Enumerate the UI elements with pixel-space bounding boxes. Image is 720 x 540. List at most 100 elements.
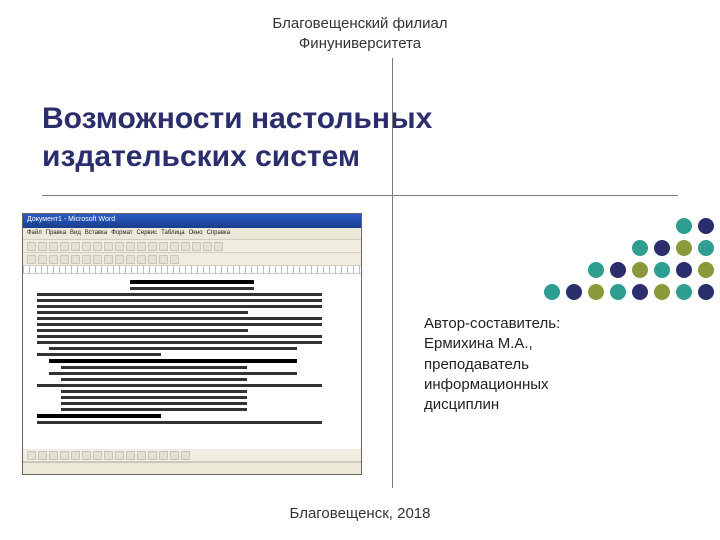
vertical-divider (392, 58, 393, 488)
toolbar-button (93, 255, 102, 264)
toolbar-button (104, 242, 113, 251)
text-line (49, 372, 297, 375)
title-line1: Возможности настольных (42, 100, 432, 138)
window-titlebar: Документ1 - Microsoft Word (23, 214, 361, 228)
text-line (37, 311, 248, 314)
decor-dot (632, 262, 648, 278)
status-bar (23, 462, 361, 474)
decor-dot (610, 262, 626, 278)
toolbar-button (126, 255, 135, 264)
toolbar-button (82, 255, 91, 264)
decor-dot (698, 218, 714, 234)
toolbar-button (38, 451, 47, 460)
institution-line1: Благовещенский филиал (0, 14, 720, 34)
toolbar-button (104, 451, 113, 460)
title-line2: издательских систем (42, 138, 432, 176)
toolbar-button (126, 242, 135, 251)
toolbar-button (71, 255, 80, 264)
footer: Благовещенск, 2018 (0, 505, 720, 522)
toolbar-button (214, 242, 223, 251)
decor-dot (654, 284, 670, 300)
text-line (37, 414, 161, 418)
toolbar-button (27, 255, 36, 264)
text-line (37, 305, 322, 308)
text-line (49, 347, 297, 350)
horizontal-divider (42, 195, 678, 196)
text-line (37, 299, 322, 302)
toolbar-button (137, 255, 146, 264)
toolbar-button (60, 255, 69, 264)
menu-item: Формат (111, 230, 132, 237)
text-line (61, 366, 247, 369)
author-line: информационных (424, 375, 560, 395)
decor-dot (610, 284, 626, 300)
toolbar-button (49, 451, 58, 460)
toolbar-button (38, 255, 47, 264)
toolbar-button (115, 242, 124, 251)
toolbar-button (104, 255, 113, 264)
text-line (37, 317, 322, 320)
toolbar-button (170, 242, 179, 251)
toolbar-2 (23, 253, 361, 266)
decor-dot (588, 262, 604, 278)
toolbar-button (71, 451, 80, 460)
toolbar-button (159, 242, 168, 251)
menu-item: Таблица (161, 230, 185, 237)
slide-title: Возможности настольных издательских сист… (42, 100, 432, 175)
toolbar-button (115, 255, 124, 264)
text-line (130, 287, 254, 290)
toolbar-button (71, 242, 80, 251)
author-line: Автор-составитель: (424, 314, 560, 334)
decor-dot (676, 284, 692, 300)
toolbar-button (181, 451, 190, 460)
menu-item: Файл (27, 230, 42, 237)
text-line (61, 402, 247, 405)
text-line (61, 390, 247, 393)
toolbar-button (82, 242, 91, 251)
toolbar-button (60, 242, 69, 251)
toolbar-button (27, 242, 36, 251)
toolbar-button (126, 451, 135, 460)
toolbar-button (38, 242, 47, 251)
text-line (130, 280, 254, 284)
text-line (37, 335, 322, 338)
toolbar-1 (23, 240, 361, 253)
menu-item: Справка (207, 230, 231, 237)
text-line (37, 421, 322, 424)
decor-dot (698, 240, 714, 256)
text-line (37, 341, 322, 344)
text-line (61, 378, 247, 381)
text-line (37, 384, 322, 387)
toolbar-button (148, 242, 157, 251)
toolbar-button (170, 255, 179, 264)
toolbar-button (159, 451, 168, 460)
toolbar-button (60, 451, 69, 460)
toolbar-button (159, 255, 168, 264)
ruler (23, 266, 361, 274)
decor-dot (698, 262, 714, 278)
toolbar-button (203, 242, 212, 251)
menu-item: Вид (70, 230, 81, 237)
word-screenshot: Документ1 - Microsoft Word Файл Правка В… (22, 213, 362, 475)
text-line (37, 323, 322, 326)
decor-dot (676, 262, 692, 278)
text-line (49, 359, 297, 363)
author-line: преподаватель (424, 355, 560, 375)
decor-dot (676, 218, 692, 234)
toolbar-button (181, 242, 190, 251)
decorative-dots (500, 218, 716, 302)
toolbar-button (93, 242, 102, 251)
author-line: дисциплин (424, 395, 560, 415)
text-line (37, 293, 322, 296)
decor-dot (676, 240, 692, 256)
decor-dot (654, 262, 670, 278)
menu-item: Окно (189, 230, 203, 237)
decor-dot (632, 284, 648, 300)
decor-dot (698, 284, 714, 300)
institution-line2: Финуниверситета (0, 34, 720, 54)
toolbar-button (170, 451, 179, 460)
text-line (61, 408, 247, 411)
decor-dot (654, 240, 670, 256)
author-block: Автор-составитель: Ермихина М.А., препод… (424, 314, 560, 415)
toolbar-button (148, 255, 157, 264)
